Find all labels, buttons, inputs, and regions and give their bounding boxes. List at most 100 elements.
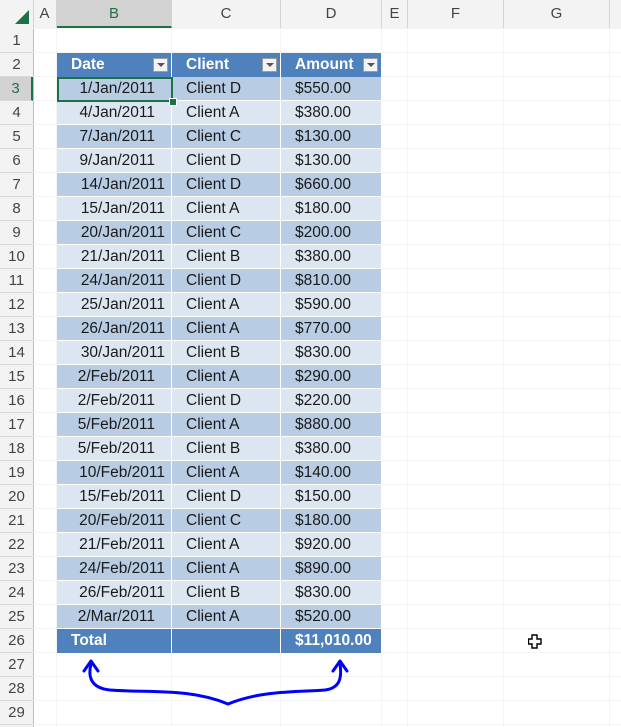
client-cell[interactable]: Client A bbox=[172, 317, 281, 341]
date-cell[interactable]: 25/Jan/2011 bbox=[57, 293, 172, 317]
amount-cell[interactable]: $290.00 bbox=[281, 365, 382, 389]
client-cell[interactable]: Client B bbox=[172, 245, 281, 269]
amount-cell[interactable]: $380.00 bbox=[281, 101, 382, 125]
date-cell[interactable]: 15/Feb/2011 bbox=[57, 485, 172, 509]
row-header-6[interactable]: 6 bbox=[0, 149, 33, 173]
client-cell[interactable]: Client A bbox=[172, 101, 281, 125]
client-cell[interactable]: Client A bbox=[172, 413, 281, 437]
client-cell[interactable]: Client D bbox=[172, 269, 281, 293]
date-cell[interactable]: 2/Mar/2011 bbox=[57, 605, 172, 629]
amount-cell[interactable]: $770.00 bbox=[281, 317, 382, 341]
row-header-28[interactable]: 28 bbox=[0, 677, 33, 701]
client-cell[interactable]: Client B bbox=[172, 341, 281, 365]
row-header-22[interactable]: 22 bbox=[0, 533, 33, 557]
row-header-5[interactable]: 5 bbox=[0, 125, 33, 149]
row-header-21[interactable]: 21 bbox=[0, 509, 33, 533]
amount-cell[interactable]: $180.00 bbox=[281, 197, 382, 221]
client-cell[interactable]: Client A bbox=[172, 461, 281, 485]
amount-cell[interactable]: $140.00 bbox=[281, 461, 382, 485]
date-cell[interactable]: 20/Feb/2011 bbox=[57, 509, 172, 533]
amount-cell[interactable]: $920.00 bbox=[281, 533, 382, 557]
date-cell[interactable]: 10/Feb/2011 bbox=[57, 461, 172, 485]
column-header-b[interactable]: B bbox=[57, 0, 172, 28]
amount-cell[interactable]: $830.00 bbox=[281, 341, 382, 365]
filter-dropdown-icon[interactable] bbox=[153, 58, 168, 72]
amount-cell[interactable]: $180.00 bbox=[281, 509, 382, 533]
amount-cell[interactable]: $880.00 bbox=[281, 413, 382, 437]
date-cell[interactable]: 15/Jan/2011 bbox=[57, 197, 172, 221]
date-cell[interactable]: 1/Jan/2011 bbox=[57, 77, 172, 101]
select-all-button[interactable] bbox=[0, 0, 34, 28]
table-header-client[interactable]: Client bbox=[172, 53, 281, 77]
client-cell[interactable]: Client D bbox=[172, 389, 281, 413]
row-header-7[interactable]: 7 bbox=[0, 173, 33, 197]
row-header-16[interactable]: 16 bbox=[0, 389, 33, 413]
date-cell[interactable]: 4/Jan/2011 bbox=[57, 101, 172, 125]
row-header-4[interactable]: 4 bbox=[0, 101, 33, 125]
row-header-20[interactable]: 20 bbox=[0, 485, 33, 509]
column-header-c[interactable]: C bbox=[172, 0, 281, 28]
client-cell[interactable]: Client A bbox=[172, 605, 281, 629]
date-cell[interactable]: 14/Jan/2011 bbox=[57, 173, 172, 197]
row-header-3[interactable]: 3 bbox=[0, 77, 33, 101]
total-amount[interactable]: $11,010.00 bbox=[281, 629, 382, 653]
amount-cell[interactable]: $130.00 bbox=[281, 149, 382, 173]
client-cell[interactable]: Client A bbox=[172, 533, 281, 557]
column-header-a[interactable]: A bbox=[33, 0, 57, 28]
client-cell[interactable]: Client C bbox=[172, 221, 281, 245]
client-cell[interactable]: Client C bbox=[172, 125, 281, 149]
client-cell[interactable]: Client D bbox=[172, 149, 281, 173]
client-cell[interactable]: Client D bbox=[172, 173, 281, 197]
date-cell[interactable]: 9/Jan/2011 bbox=[57, 149, 172, 173]
amount-cell[interactable]: $810.00 bbox=[281, 269, 382, 293]
client-cell[interactable]: Client B bbox=[172, 581, 281, 605]
row-header-26[interactable]: 26 bbox=[0, 629, 33, 653]
client-cell[interactable]: Client A bbox=[172, 557, 281, 581]
amount-cell[interactable]: $150.00 bbox=[281, 485, 382, 509]
date-cell[interactable]: 24/Jan/2011 bbox=[57, 269, 172, 293]
row-header-29[interactable]: 29 bbox=[0, 701, 33, 725]
client-cell[interactable]: Client C bbox=[172, 509, 281, 533]
client-cell[interactable]: Client D bbox=[172, 485, 281, 509]
filter-dropdown-icon[interactable] bbox=[262, 58, 277, 72]
total-label[interactable]: Total bbox=[57, 629, 172, 653]
table-header-date[interactable]: Date bbox=[57, 53, 172, 77]
column-header-e[interactable]: E bbox=[382, 0, 408, 28]
row-header-19[interactable]: 19 bbox=[0, 461, 33, 485]
amount-cell[interactable]: $550.00 bbox=[281, 77, 382, 101]
date-cell[interactable]: 21/Jan/2011 bbox=[57, 245, 172, 269]
client-cell[interactable]: Client A bbox=[172, 197, 281, 221]
row-header-12[interactable]: 12 bbox=[0, 293, 33, 317]
client-cell[interactable]: Client D bbox=[172, 77, 281, 101]
fill-handle[interactable] bbox=[169, 98, 177, 106]
row-header-27[interactable]: 27 bbox=[0, 653, 33, 677]
date-cell[interactable]: 2/Feb/2011 bbox=[57, 365, 172, 389]
amount-cell[interactable]: $130.00 bbox=[281, 125, 382, 149]
date-cell[interactable]: 30/Jan/2011 bbox=[57, 341, 172, 365]
row-header-24[interactable]: 24 bbox=[0, 581, 33, 605]
date-cell[interactable]: 5/Feb/2011 bbox=[57, 437, 172, 461]
row-header-10[interactable]: 10 bbox=[0, 245, 33, 269]
column-header-d[interactable]: D bbox=[281, 0, 382, 28]
filter-dropdown-icon[interactable] bbox=[363, 58, 378, 72]
date-cell[interactable]: 21/Feb/2011 bbox=[57, 533, 172, 557]
amount-cell[interactable]: $520.00 bbox=[281, 605, 382, 629]
row-header-25[interactable]: 25 bbox=[0, 605, 33, 629]
amount-cell[interactable]: $890.00 bbox=[281, 557, 382, 581]
row-header-15[interactable]: 15 bbox=[0, 365, 33, 389]
amount-cell[interactable]: $660.00 bbox=[281, 173, 382, 197]
amount-cell[interactable]: $590.00 bbox=[281, 293, 382, 317]
amount-cell[interactable]: $200.00 bbox=[281, 221, 382, 245]
row-header-9[interactable]: 9 bbox=[0, 221, 33, 245]
date-cell[interactable]: 20/Jan/2011 bbox=[57, 221, 172, 245]
date-cell[interactable]: 5/Feb/2011 bbox=[57, 413, 172, 437]
row-header-11[interactable]: 11 bbox=[0, 269, 33, 293]
total-client-cell[interactable] bbox=[172, 629, 281, 653]
date-cell[interactable]: 7/Jan/2011 bbox=[57, 125, 172, 149]
row-header-1[interactable]: 1 bbox=[0, 29, 33, 53]
table-header-amount[interactable]: Amount bbox=[281, 53, 382, 77]
amount-cell[interactable]: $380.00 bbox=[281, 437, 382, 461]
amount-cell[interactable]: $380.00 bbox=[281, 245, 382, 269]
column-header-f[interactable]: F bbox=[408, 0, 504, 28]
row-header-8[interactable]: 8 bbox=[0, 197, 33, 221]
